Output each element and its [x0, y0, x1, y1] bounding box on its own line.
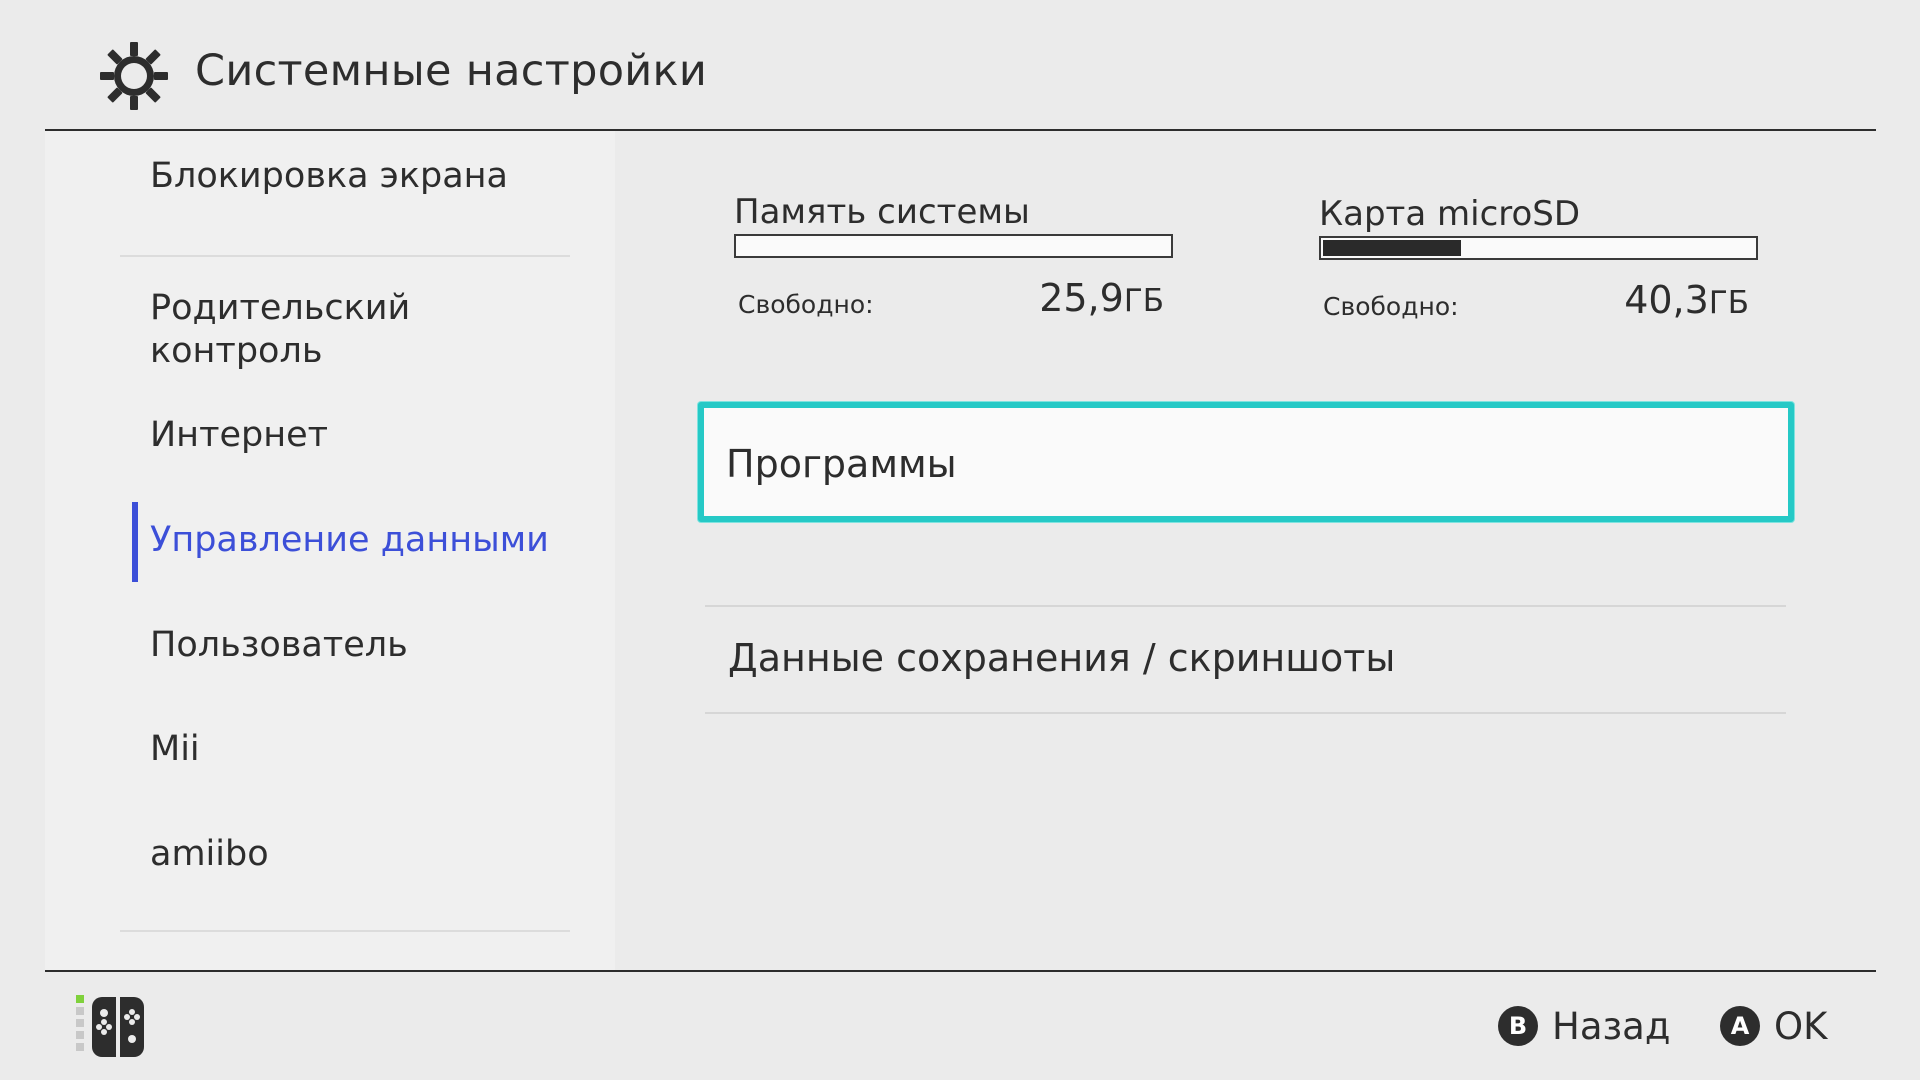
microsd-bar-fill [1323, 240, 1461, 256]
header: Системные настройки [0, 0, 1920, 130]
back-button[interactable]: B Назад [1498, 1000, 1670, 1052]
sidebar-divider [120, 255, 570, 257]
sidebar-item-label: Интернет [150, 415, 329, 455]
free-amount: 25,9 [1039, 276, 1124, 320]
microsd-panel: Карта microSD Свободно: 40,3ГБ [1319, 194, 1759, 334]
sidebar-item-user[interactable]: Пользователь [150, 624, 408, 667]
sidebar-item-label: Пользователь [150, 625, 408, 665]
system-settings-screen: Системные настройки Блокировка экрана Ро… [0, 0, 1920, 1080]
free-unit: ГБ [1708, 285, 1749, 321]
sidebar-item-screen-lock[interactable]: Блокировка экрана [150, 155, 508, 198]
menu-item-label: Программы [726, 442, 957, 486]
page-title: Системные настройки [195, 46, 708, 96]
active-indicator [132, 502, 138, 582]
a-button-icon: A [1720, 1006, 1760, 1046]
free-value: 40,3ГБ [1624, 278, 1749, 322]
sidebar-item-label: Родительский [150, 288, 411, 328]
menu-divider [705, 712, 1786, 714]
sidebar-item-parental-control[interactable]: Родительский контроль [150, 287, 410, 373]
free-label: Свободно: [738, 290, 874, 319]
back-button-label: Назад [1552, 1004, 1671, 1048]
sidebar: Блокировка экрана Родительский контроль … [45, 131, 615, 970]
free-label: Свободно: [1323, 292, 1459, 321]
sidebar-item-label: Mii [150, 729, 200, 769]
footer-divider [45, 970, 1876, 972]
sidebar-divider [120, 930, 570, 932]
sidebar-item-data-management[interactable]: Управление данными [150, 519, 549, 562]
storage-title: Память системы [734, 192, 1030, 232]
free-value: 25,9ГБ [1039, 276, 1164, 320]
b-button-icon: B [1498, 1006, 1538, 1046]
sidebar-item-label: amiibo [150, 834, 269, 874]
menu-item-software[interactable]: Программы [698, 402, 1794, 522]
ok-button[interactable]: A OK [1720, 1000, 1827, 1052]
sidebar-item-internet[interactable]: Интернет [150, 414, 328, 457]
free-unit: ГБ [1123, 283, 1164, 319]
system-memory-panel: Память системы Свободно: 25,9ГБ [734, 192, 1174, 332]
free-amount: 40,3 [1624, 278, 1709, 322]
system-memory-bar [734, 234, 1173, 258]
menu-divider [705, 605, 1786, 607]
storage-title: Карта microSD [1319, 194, 1581, 234]
microsd-bar [1319, 236, 1758, 260]
ok-button-label: OK [1774, 1004, 1828, 1048]
sidebar-item-amiibo[interactable]: amiibo [150, 833, 269, 876]
sidebar-item-label-line2: контроль [150, 331, 323, 371]
sidebar-item-label: Блокировка экрана [150, 156, 508, 196]
sidebar-item-label: Управление данными [150, 520, 549, 560]
joycon-icon [76, 995, 144, 1057]
menu-item-save-data-screenshots[interactable]: Данные сохранения / скриншоты [728, 636, 1395, 680]
sidebar-item-mii[interactable]: Mii [150, 728, 200, 771]
gear-icon [100, 42, 168, 110]
